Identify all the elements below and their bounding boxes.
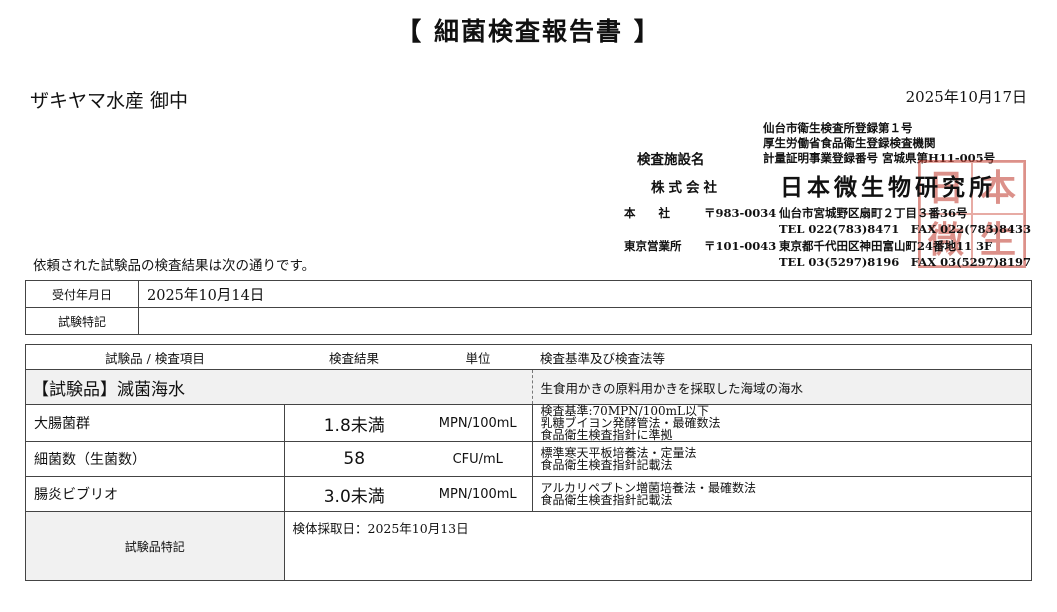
facility-label: 検査施設名 [637,152,705,168]
header-unit: 単位 [424,344,532,370]
tokyo-office-address: 東京都千代田区神田富山町24番地11 3F [779,239,993,253]
item-unit: CFU/mL [424,441,533,477]
item-result: 3.0未満 [283,476,424,512]
head-office-label: 本 社 [624,206,670,220]
company-name: 日本微生物研究所 [780,174,996,201]
item-unit: MPN/100mL [424,404,533,442]
tokyo-office-contact: TEL 03(5297)8196 FAX 03(5297)8197 [779,255,1032,269]
item-standard: アルカリペプトン増菌培養法・最確数法 食品衛生検査指針記載法 [531,476,1032,512]
standard-line: 食品衛生検査指針記載法 [540,458,673,472]
table-header-row: 試験品 / 検査項目 検査結果 単位 検査基準及び検査法等 [25,344,1032,370]
intro-text: 依頼された試験品の検査結果は次の通りです。 [33,258,316,274]
table-row: 細菌数（生菌数） 58 CFU/mL 標準寒天平板培養法・定量法 食品衛生検査指… [25,441,1032,477]
received-date-value: 2025年10月14日 [138,280,1032,308]
table-row: 試験特記 [25,307,1032,335]
registration-line: 仙台市衛生検査所登録第１号 [763,121,913,135]
head-office-postal: 〒983-0034 [704,206,777,220]
header-standard: 検査基準及び検査法等 [532,344,1032,370]
table-row: 腸炎ビブリオ 3.0未満 MPN/100mL アルカリペプトン増菌培養法・最確数… [25,476,1032,512]
sample-note-label: 試験品特記 [25,511,285,581]
table-row: 受付年月日 2025年10月14日 [25,280,1032,308]
test-notes-value [138,307,1032,335]
company-type: 株式会社 [651,180,721,196]
item-unit: MPN/100mL [424,476,533,512]
sample-name: 【試験品】滅菌海水 [25,369,532,405]
sample-description: 生食用かきの原料用かきを採取した海域の海水 [531,369,1032,405]
tokyo-office-postal: 〒101-0043 [704,239,777,253]
item-name: 細菌数（生菌数） [25,441,285,477]
table-row: 大腸菌群 1.8未満 MPN/100mL 検査基準:70MPN/100mL以下 … [25,404,1032,442]
head-office-contact: TEL 022(783)8471 FAX 022(783)8433 [779,222,1032,236]
client-name: ザキヤマ水産 御中 [30,90,189,112]
item-result: 1.8未満 [283,404,424,442]
standard-line: 食品衛生検査指針に準拠 [540,428,673,442]
item-standard: 標準寒天平板培養法・定量法 食品衛生検査指針記載法 [531,441,1032,477]
report-date: 2025年10月17日 [905,88,1027,106]
sample-note-value: 検体採取日：2025年10月13日 [283,511,1032,581]
tokyo-office-label: 東京営業所 [624,239,682,253]
receipt-info-table: 受付年月日 2025年10月14日 試験特記 [25,280,1032,335]
standard-line: 食品衛生検査指針記載法 [540,493,673,507]
item-name: 腸炎ビブリオ [25,476,285,512]
registration-line: 厚生労働省食品衛生登録検査機関 [763,136,936,150]
test-notes-label: 試験特記 [25,307,139,335]
sample-note-row: 試験品特記 検体採取日：2025年10月13日 [25,511,1032,581]
header-result: 検査結果 [284,344,424,370]
received-date-label: 受付年月日 [25,280,139,308]
head-office-address: 仙台市宮城野区扇町２丁目３番36号 [779,206,968,220]
header-item: 試験品 / 検査項目 [25,344,284,370]
results-table: 試験品 / 検査項目 検査結果 単位 検査基準及び検査法等 【試験品】滅菌海水 … [25,344,1032,581]
item-standard: 検査基準:70MPN/100mL以下 乳糖ブイヨン発酵管法・最確数法 食品衛生検… [531,404,1032,442]
report-title: 【 細菌検査報告書 】 [396,17,661,46]
item-name: 大腸菌群 [25,404,285,442]
item-result: 58 [283,441,424,477]
sample-row: 【試験品】滅菌海水 生食用かきの原料用かきを採取した海域の海水 [25,369,1032,405]
